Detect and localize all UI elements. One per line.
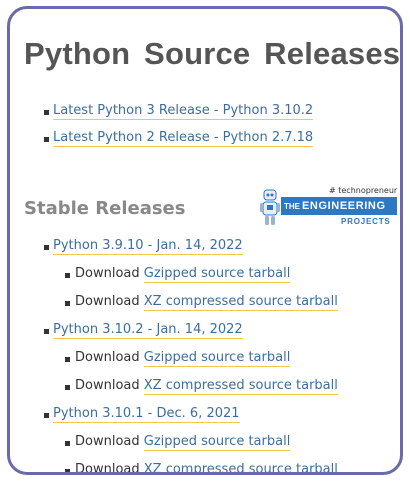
content-frame: Python Source Releases Latest Python 3 R… [7, 6, 403, 475]
gzipped-tarball-link[interactable]: Gzipped source tarball [143, 266, 291, 283]
bullet-icon [44, 137, 49, 142]
bullet-icon [65, 273, 70, 278]
download-label: Download [75, 378, 140, 393]
bullet-icon [65, 301, 70, 306]
bullet-icon [65, 469, 70, 472]
watermark-projects: PROJECTS [341, 217, 391, 226]
xz-tarball-link[interactable]: XZ compressed source tarball [143, 462, 338, 472]
watermark-the: THE [284, 202, 300, 211]
download-label: Download [75, 266, 140, 281]
bullet-icon [44, 329, 49, 334]
bullet-icon [65, 357, 70, 362]
robot-icon [260, 189, 280, 225]
release-link-3-10-2[interactable]: Python 3.10.2 - Jan. 14, 2022 [53, 322, 243, 339]
download-label: Download [75, 350, 140, 365]
bullet-icon [44, 413, 49, 418]
xz-tarball-link[interactable]: XZ compressed source tarball [143, 294, 338, 311]
page-content: Python Source Releases Latest Python 3 R… [21, 9, 401, 475]
latest-python3-link[interactable]: Latest Python 3 Release - Python 3.10.2 [53, 103, 314, 120]
watermark-banner: THE ENGINEERING [281, 197, 397, 215]
page-title: Python Source Releases [24, 36, 401, 71]
stable-releases-heading: Stable Releases [24, 198, 186, 219]
bullet-icon [44, 110, 49, 115]
bullet-icon [65, 441, 70, 446]
xz-tarball-link[interactable]: XZ compressed source tarball [143, 378, 338, 395]
release-link-3-9-10[interactable]: Python 3.9.10 - Jan. 14, 2022 [53, 238, 243, 255]
latest-python2-link[interactable]: Latest Python 2 Release - Python 2.7.18 [53, 130, 314, 147]
watermark-tagline: # technopreneur [329, 186, 398, 195]
watermark-engineering: ENGINEERING [302, 200, 386, 212]
bullet-icon [44, 245, 49, 250]
bullet-icon [65, 385, 70, 390]
release-link-3-10-1[interactable]: Python 3.10.1 - Dec. 6, 2021 [53, 406, 240, 423]
watermark-logo: # technopreneur THE ENGINEERING PROJECTS [259, 186, 398, 230]
gzipped-tarball-link[interactable]: Gzipped source tarball [143, 350, 291, 367]
download-label: Download [75, 462, 140, 475]
download-label: Download [75, 434, 140, 449]
gzipped-tarball-link[interactable]: Gzipped source tarball [143, 434, 291, 451]
download-label: Download [75, 294, 140, 309]
